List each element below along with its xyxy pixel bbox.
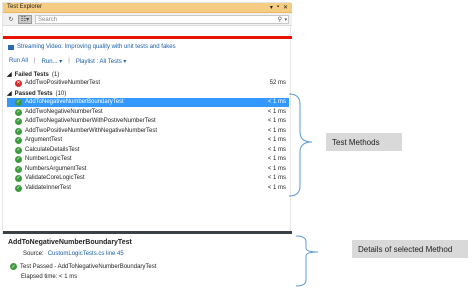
pass-icon: ✓ [15, 156, 22, 163]
separator: | [68, 58, 70, 64]
window-controls: ▾ ▪ ✕ [270, 4, 288, 11]
highlight-bar [3, 36, 292, 39]
details-callout: Details of selected Method [352, 240, 468, 258]
pass-icon: ✓ [15, 146, 22, 154]
test-duration: < 1 ms [267, 175, 286, 181]
pass-icon: ✓ [15, 137, 22, 144]
window-title: Test Explorer [7, 4, 43, 10]
source-label: Source: [23, 251, 44, 257]
test-duration: < 1 ms [267, 108, 286, 115]
test-methods-callout: Test Methods [326, 133, 402, 151]
search-placeholder: Search [38, 17, 58, 23]
promo-link[interactable]: Streaming Video: Improving quality with … [17, 44, 176, 50]
search-icon[interactable]: ⚲ [278, 16, 282, 24]
passed-tests-count: (10) [55, 90, 67, 97]
pass-icon: ✓ [10, 263, 17, 270]
pass-icon: ✓ [15, 165, 22, 173]
pass-icon: ✓ [15, 108, 22, 116]
collapse-icon[interactable]: ◢ [7, 71, 12, 78]
action-bar: Run All | Run... ▾ | Playlist : All Test… [9, 57, 126, 65]
test-row[interactable]: ✕ AddTwoPositiveNumberTest 52 ms [7, 79, 289, 88]
failed-tests-group[interactable]: ◢ Failed Tests (1) [7, 70, 59, 79]
test-duration: < 1 ms [267, 156, 286, 162]
title-bar: Test Explorer ▾ ▪ ✕ [3, 3, 292, 13]
test-row[interactable]: ✓ AddTwoPositiveNumberWithNegativeNumberT… [7, 127, 289, 136]
dropdown-icon[interactable]: ▾ [270, 4, 273, 11]
test-duration: < 1 ms [267, 184, 286, 191]
test-name: ValidateInnerTest [25, 184, 71, 191]
test-row[interactable]: ✓ AddTwoNegativeNumberWithPostiveNumberTe… [7, 117, 289, 126]
test-duration: < 1 ms [267, 118, 286, 124]
test-duration: < 1 ms [267, 165, 286, 172]
status-text: Test Passed - AddToNegativeNumberBoundar… [20, 263, 157, 270]
test-duration: < 1 ms [267, 137, 286, 143]
promo-link-row[interactable]: Streaming Video: Improving quality with … [8, 43, 176, 51]
pass-icon: ✓ [15, 127, 22, 135]
failed-tests-label: Failed Tests [14, 71, 49, 78]
test-name: AddToNegativeNumberBoundaryTest [25, 99, 124, 105]
chevron-down-icon[interactable]: ▾ [284, 16, 287, 24]
test-name: AddTwoNegativeNumberTest [25, 108, 103, 115]
toolbar: ↻ ☷▾ Search ⚲ ▾ [3, 13, 292, 26]
test-name: CalculateDetailsTest [25, 146, 80, 153]
passed-tests-group[interactable]: ◢ Passed Tests (10) [7, 89, 66, 98]
test-duration: < 1 ms [267, 127, 286, 134]
passed-tests-label: Passed Tests [14, 90, 53, 97]
separator: | [34, 58, 36, 64]
close-icon[interactable]: ✕ [283, 4, 288, 11]
test-row[interactable]: ✓ ValidateCoreLogicTest < 1 ms [7, 174, 289, 183]
details-source: Source: CustomLogicTests.cs line 45 [23, 251, 124, 257]
test-row[interactable]: ✓ NumberLogicTest < 1 ms [7, 155, 289, 164]
group-by-icon[interactable]: ☷▾ [18, 15, 32, 24]
test-name: ValidateCoreLogicTest [25, 175, 85, 181]
details-status: ✓ Test Passed - AddToNegativeNumberBound… [10, 263, 156, 270]
test-row[interactable]: ✓ NumbersArgumentTest < 1 ms [7, 165, 289, 174]
test-name: ArgumentTest [25, 137, 63, 143]
failed-tests-count: (1) [51, 71, 60, 78]
details-title: AddToNegativeNumberBoundaryTest [8, 239, 132, 246]
fail-icon: ✕ [15, 80, 22, 87]
pass-icon: ✓ [15, 184, 22, 192]
search-input[interactable]: Search ⚲ ▾ [35, 15, 289, 24]
source-link[interactable]: CustomLogicTests.cs line 45 [48, 251, 124, 257]
refresh-icon[interactable]: ↻ [6, 15, 16, 24]
methods-brace [288, 93, 313, 197]
test-duration: 52 ms [269, 80, 286, 86]
details-pane: AddToNegativeNumberBoundaryTest Source: … [2, 234, 291, 290]
test-row[interactable]: ✓ AddToNegativeNumberBoundaryTest < 1 ms [7, 98, 289, 107]
test-row[interactable]: ✓ CalculateDetailsTest < 1 ms [7, 146, 289, 155]
test-row[interactable]: ✓ AddTwoNegativeNumberTest < 1 ms [7, 108, 289, 117]
test-name: AddTwoPositiveNumberWithNegativeNumberTe… [25, 127, 158, 134]
pass-icon: ✓ [15, 99, 22, 106]
elapsed-time: Elapsed time: < 1 ms [21, 274, 78, 280]
playlist-menu[interactable]: Playlist : All Tests ▾ [76, 58, 127, 65]
collapse-icon[interactable]: ◢ [7, 90, 12, 97]
pin-icon[interactable]: ▪ [277, 4, 279, 11]
test-duration: < 1 ms [267, 99, 286, 105]
details-brace [295, 235, 319, 287]
run-menu[interactable]: Run... ▾ [42, 58, 63, 65]
test-duration: < 1 ms [267, 146, 286, 153]
pass-icon: ✓ [15, 175, 22, 182]
video-icon [8, 44, 14, 50]
test-explorer-panel: Test Explorer ▾ ▪ ✕ ↻ ☷▾ Search ⚲ ▾ Stre… [2, 2, 292, 234]
pass-icon: ✓ [15, 118, 22, 125]
test-name: AddTwoNegativeNumberWithPostiveNumberTes… [25, 118, 156, 124]
test-row[interactable]: ✓ ArgumentTest < 1 ms [7, 136, 289, 145]
run-all-link[interactable]: Run All [9, 58, 28, 64]
test-name: AddTwoPositiveNumberTest [25, 80, 101, 86]
test-name: NumberLogicTest [25, 156, 72, 162]
test-row[interactable]: ✓ ValidateInnerTest < 1 ms [7, 184, 289, 193]
test-name: NumbersArgumentTest [25, 165, 87, 172]
